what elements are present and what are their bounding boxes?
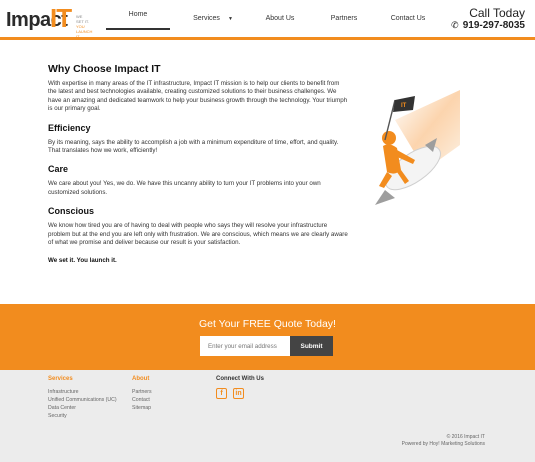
section-text-conscious: We know how tired you are of having to d… [48,222,348,247]
footer-heading-connect: Connect With Us [216,376,264,382]
phone-icon: ✆ [451,20,459,30]
footer-link-partners[interactable]: Partners [132,388,152,396]
section-heading-care: Care [48,164,69,175]
footer-link-contact[interactable]: Contact [132,396,152,404]
main-content: Why Choose Impact IT With expertise in m… [48,62,348,264]
footer-heading-services[interactable]: Services [48,376,117,382]
linkedin-icon[interactable]: in [233,388,244,399]
logo-tagline-line: IT. [76,34,81,39]
nav-about-us[interactable]: About Us [248,0,312,37]
call-today: Call Today ✆ 919-297-8035 [451,6,525,32]
footer-credits: © 2016 Impact IT Powered by Hoy! Marketi… [402,434,485,448]
phone-number-text: 919-297-8035 [462,20,525,31]
section-text-efficiency: By its meaning, says the ability to acco… [48,138,339,155]
site-footer: Services Infrastructure Unified Communic… [0,370,535,462]
slogan: We set it. You launch it. [48,257,117,265]
facebook-icon[interactable]: f [216,388,227,399]
site-header: Impact IT WE SET IT. YOU LAUNCH IT. Home… [0,0,535,40]
nav-label: Home [128,10,148,18]
logo-tagline: WE SET IT. YOU LAUNCH IT. [76,14,102,39]
footer-heading-about[interactable]: About [132,376,152,382]
call-title: Call Today [469,6,525,20]
quote-title: Get Your FREE Quote Today! [199,318,336,330]
nav-services[interactable]: Services ▼ [178,0,248,37]
chevron-down-icon: ▼ [227,15,233,22]
footer-services: Services Infrastructure Unified Communic… [48,376,117,420]
rocket-mascot-illustration: IT [375,90,460,205]
nav-home[interactable]: Home [106,0,170,30]
footer-link-unified-communications[interactable]: Unified Communications (UC) [48,396,117,404]
nav-label: Services [193,15,220,22]
social-links: f in [216,388,264,399]
footer-about: About Partners Contact Sitemap [132,376,152,412]
main-nav: Home Services ▼ About Us Partners Contac… [106,0,440,37]
submit-button[interactable]: Submit [290,336,333,356]
nav-partners[interactable]: Partners [312,0,376,37]
footer-connect: Connect With Us f in [216,376,264,399]
nav-label: Contact Us [390,15,426,22]
nav-label: About Us [265,15,295,22]
footer-link-security[interactable]: Security [48,412,117,420]
section-heading-efficiency: Efficiency [48,122,91,133]
quote-form: Submit [200,336,333,356]
section-heading-conscious: Conscious [48,206,95,217]
flag-label: IT [401,103,407,109]
nav-label: Partners [330,15,358,22]
footer-link-infrastructure[interactable]: Infrastructure [48,388,117,396]
intro-text: With expertise in many areas of the IT i… [48,80,348,113]
copyright-text: © 2016 Impact IT [446,434,485,440]
phone-number[interactable]: ✆ 919-297-8035 [451,20,525,31]
powered-by-link[interactable]: Powered by Hoy! Marketing Solutions [402,441,485,448]
page-title: Why Choose Impact IT [48,63,161,75]
nav-contact-us[interactable]: Contact Us [376,0,440,37]
footer-link-data-center[interactable]: Data Center [48,404,117,412]
section-text-care: We care about you! Yes, we do. We have t… [48,180,321,196]
email-input[interactable] [200,336,290,356]
logo-it: IT [50,3,72,33]
footer-link-sitemap[interactable]: Sitemap [132,404,152,412]
